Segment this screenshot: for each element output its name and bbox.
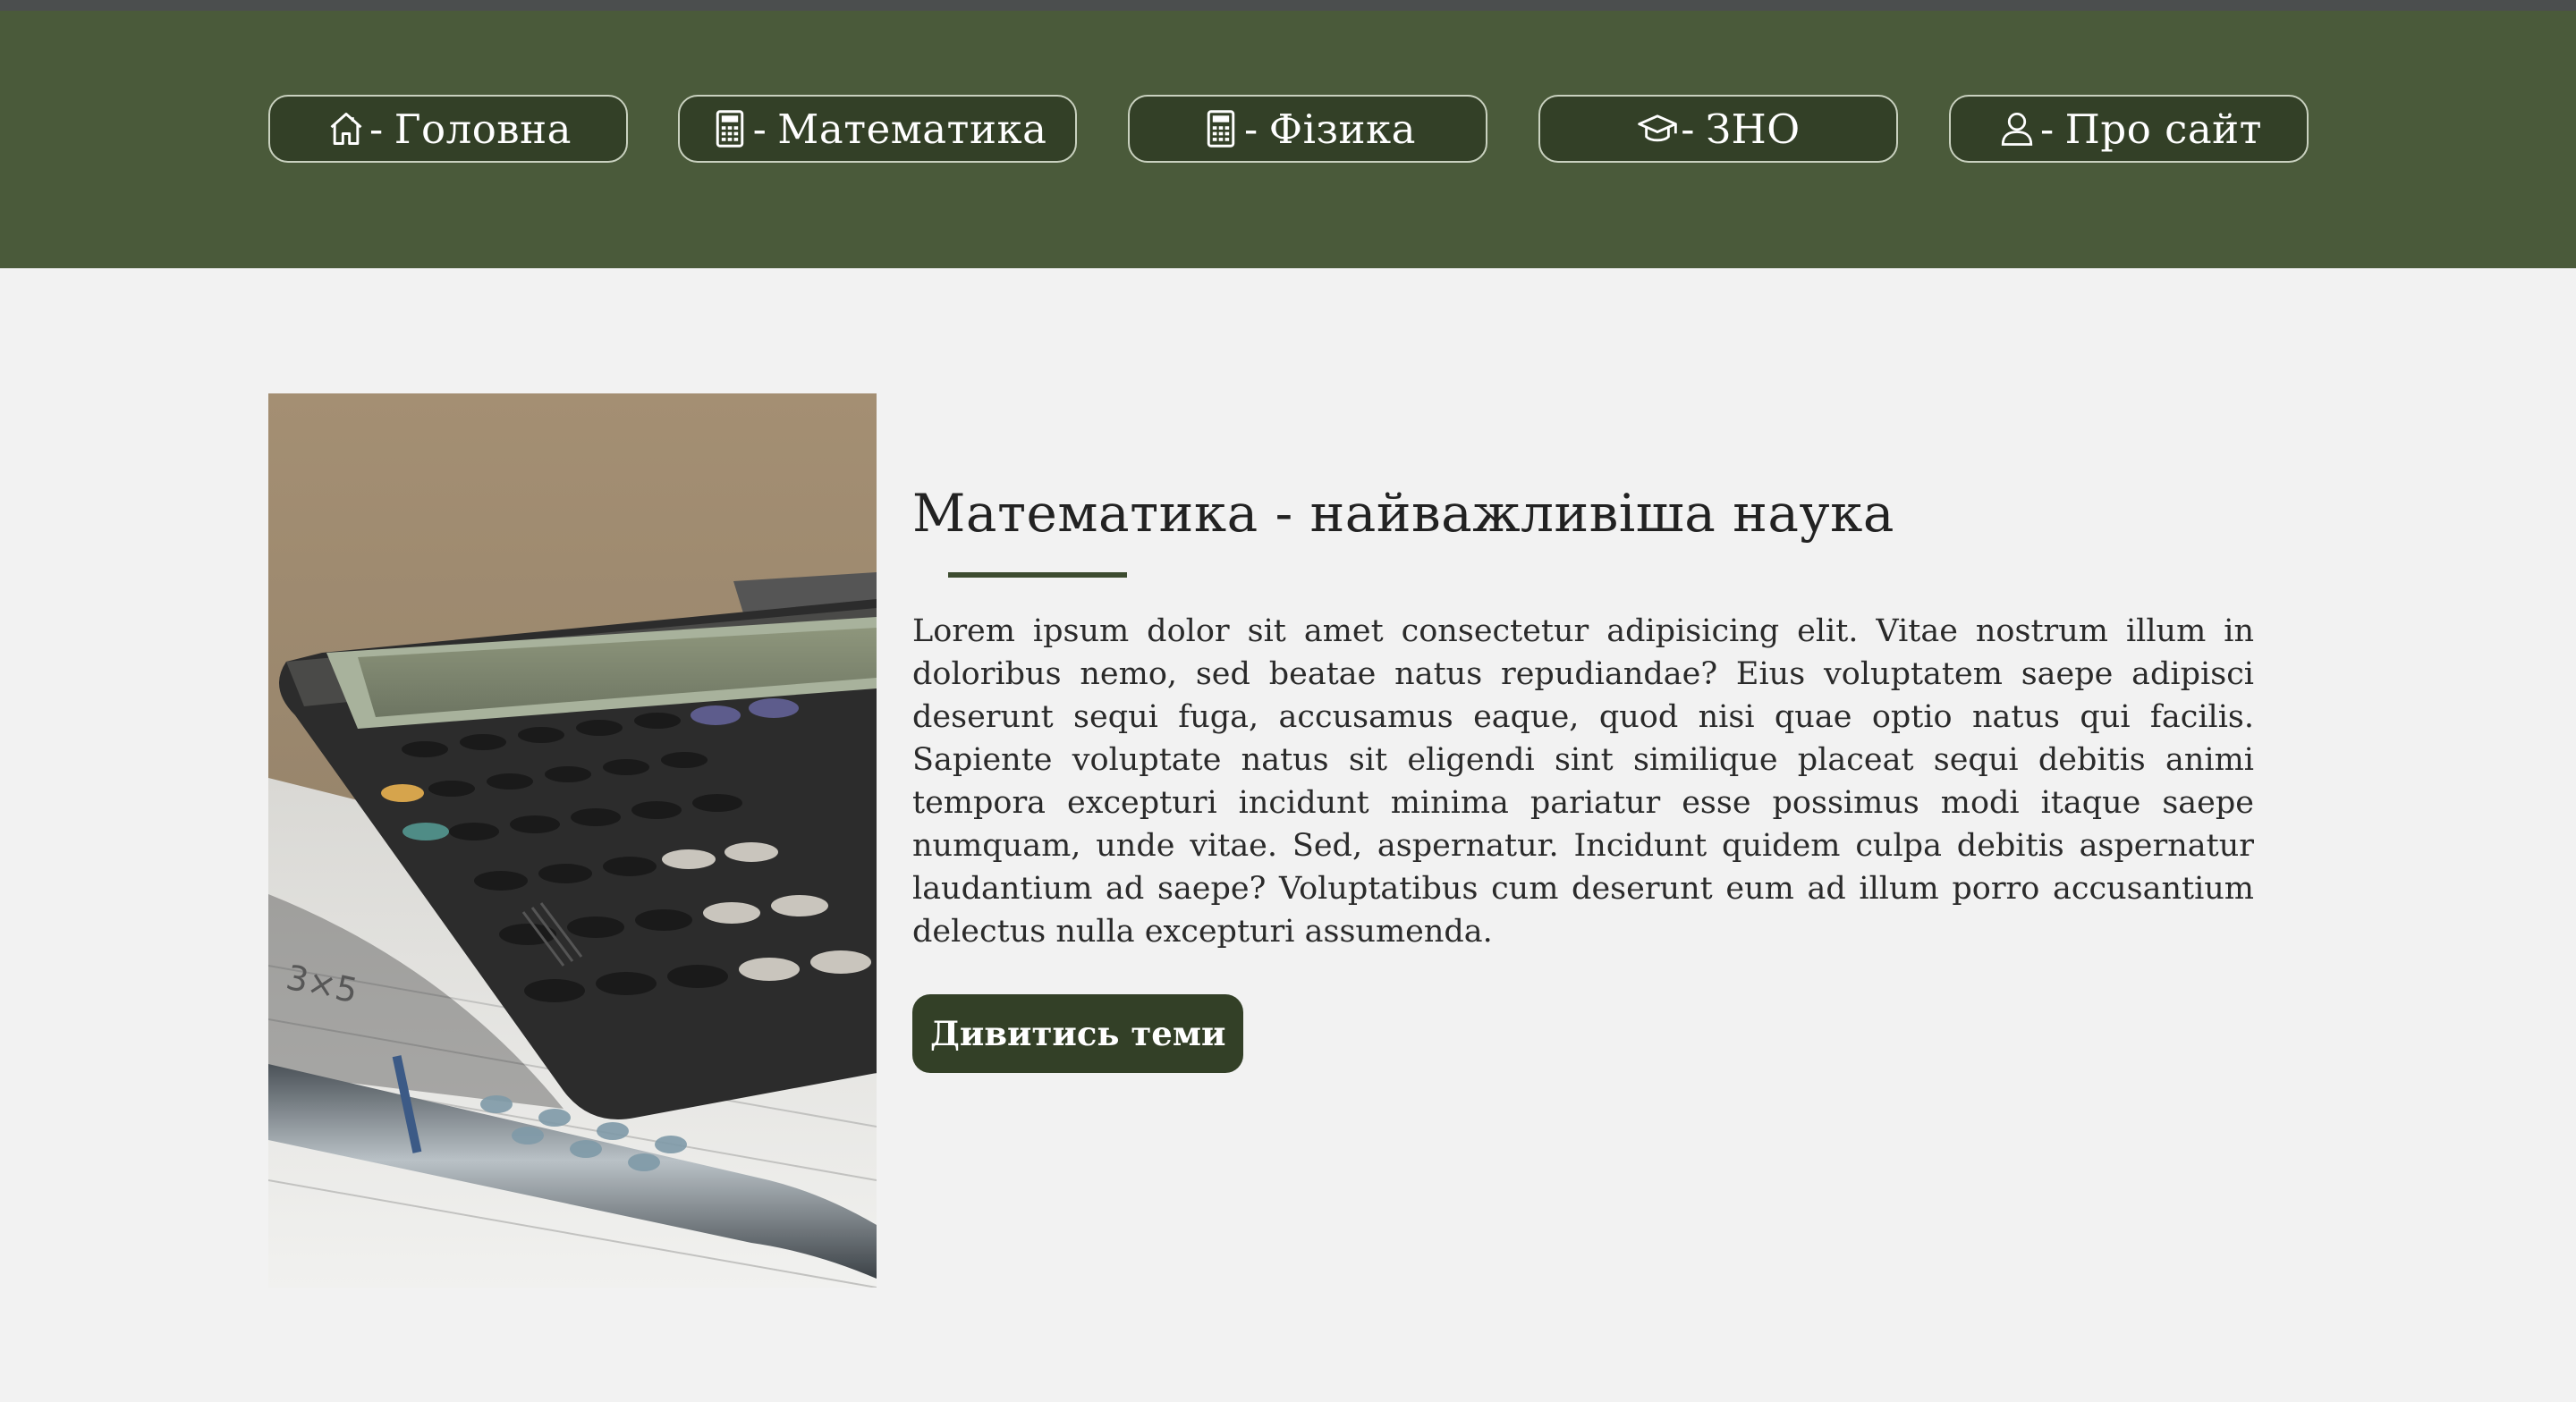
view-topics-button[interactable]: Дивитись теми [912,993,1244,1073]
nav-separator: - [1244,105,1258,153]
title-divider [948,571,1127,578]
nav-physics-label: Фізика [1268,105,1416,153]
home-icon [325,107,368,150]
site-header: - Головна - Математика - Фізика - ЗНО - … [0,11,2576,268]
calculator-photo: 3×5 [268,393,877,1288]
main-content: Математика - найважливіша наука Lorem ip… [912,483,2254,1073]
nav-math-button[interactable]: - Математика [678,95,1077,163]
nav-zno-button[interactable]: - ЗНО [1538,95,1898,163]
graduation-cap-icon [1636,107,1679,150]
browser-top-border [0,0,2576,11]
nav-separator: - [1681,105,1696,153]
nav-separator: - [752,105,767,153]
page-title: Математика - найважливіша наука [912,483,1894,544]
nav-about-button[interactable]: - Про сайт [1949,95,2309,163]
nav-home-label: Головна [394,105,572,153]
nav-about-label: Про сайт [2064,105,2263,153]
user-icon [1996,107,2038,150]
nav-separator: - [2039,105,2055,153]
intro-paragraph: Lorem ipsum dolor sit amet consectetur a… [912,612,2254,950]
nav-math-label: Математика [777,105,1047,153]
nav-zno-label: ЗНО [1706,105,1801,153]
nav-separator: - [369,105,384,153]
nav-physics-button[interactable]: - Фізика [1128,95,1487,163]
main-navigation: - Головна - Математика - Фізика - ЗНО - … [0,95,2576,166]
calculator-icon [708,107,751,150]
calculator-icon [1199,107,1242,150]
nav-home-button[interactable]: - Головна [268,95,628,163]
